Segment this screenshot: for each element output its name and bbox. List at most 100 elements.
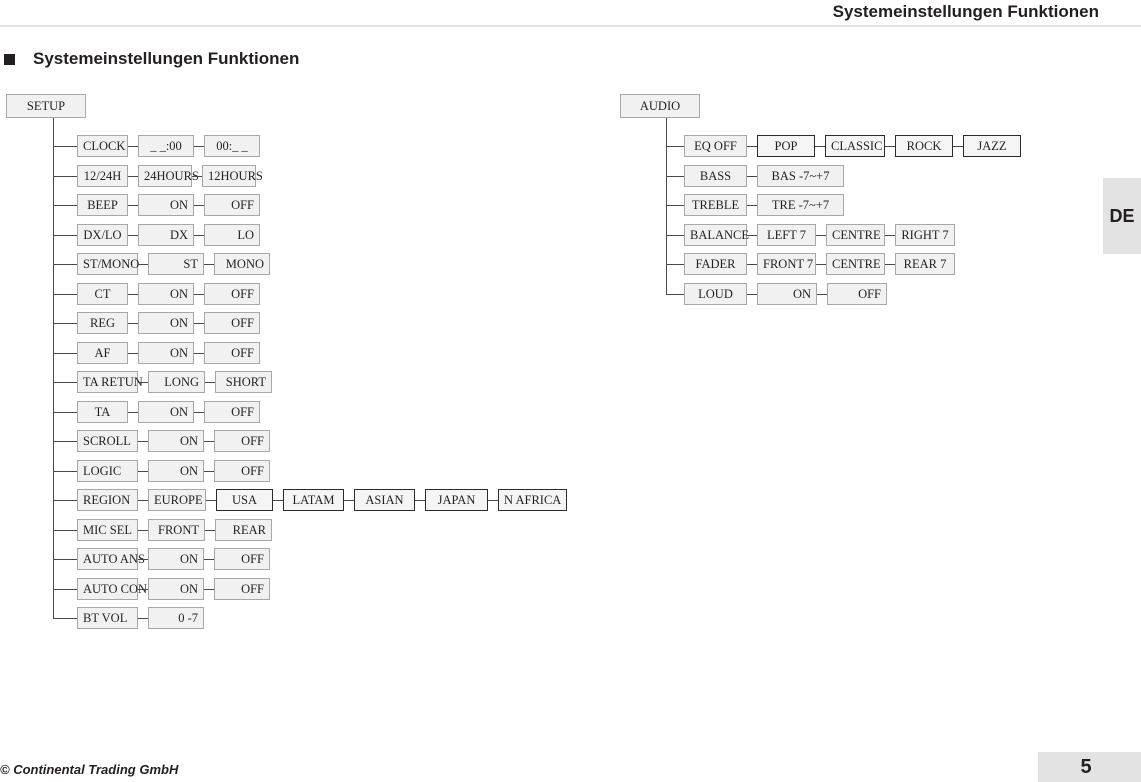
setup-option-10-1-label: OFF [241, 433, 264, 448]
audio-option-4-1-label: CENTRE [832, 256, 881, 271]
setup-option-12-5[interactable]: N AFRICA [498, 489, 567, 511]
audio-option-0-1[interactable]: CLASSIC [825, 135, 885, 157]
setup-row-label-11[interactable]: LOGIC [77, 460, 138, 482]
setup-option-9-1[interactable]: OFF [204, 401, 260, 423]
setup-connector-line [273, 500, 283, 501]
audio-row-label-2[interactable]: TREBLE [684, 194, 747, 216]
audio-option-0-2[interactable]: ROCK [895, 135, 953, 157]
setup-row-label-10[interactable]: SCROLL [77, 430, 138, 452]
setup-option-8-0-label: LONG [164, 374, 199, 389]
audio-branch-line [666, 294, 684, 295]
setup-option-13-0-label: FRONT [158, 522, 199, 537]
audio-row-label-0[interactable]: EQ OFF [684, 135, 747, 157]
audio-option-0-0-label: POP [774, 138, 798, 153]
audio-branch-line [666, 235, 684, 236]
setup-row-label-13-label: MIC SEL [83, 522, 132, 537]
setup-option-16-0-label: 0 -7 [178, 610, 198, 625]
setup-option-13-1-label: REAR [232, 522, 266, 537]
audio-connector-line [815, 146, 825, 147]
setup-connector-line [205, 530, 215, 531]
setup-option-15-0-label: ON [179, 581, 198, 596]
audio-row-label-2-label: TREBLE [691, 197, 740, 212]
setup-option-12-1[interactable]: USA [216, 489, 273, 511]
setup-option-12-3[interactable]: ASIAN [354, 489, 415, 511]
setup-connector-line [204, 589, 214, 590]
audio-option-4-2[interactable]: REAR 7 [895, 253, 955, 275]
setup-option-12-0[interactable]: EUROPE [148, 489, 206, 511]
audio-option-4-1[interactable]: CENTRE [826, 253, 885, 275]
setup-option-15-0[interactable]: ON [148, 578, 204, 600]
audio-option-0-1-label: CLASSIC [831, 138, 883, 153]
setup-row-label-12[interactable]: REGION [77, 489, 138, 511]
setup-connector-line [138, 559, 148, 560]
setup-branch-line [53, 382, 77, 383]
setup-option-12-4-label: JAPAN [437, 492, 476, 507]
setup-connector-line [138, 382, 148, 383]
audio-row-label-3[interactable]: BALANCE [684, 224, 749, 246]
audio-connector-line [953, 146, 963, 147]
setup-row-label-8[interactable]: TA RETUN [77, 371, 143, 393]
setup-option-14-0[interactable]: ON [148, 548, 204, 570]
setup-connector-line [138, 441, 148, 442]
audio-option-1-0[interactable]: BAS -7~+7 [757, 165, 844, 187]
setup-row-label-16[interactable]: BT VOL [77, 607, 138, 629]
setup-option-13-1[interactable]: REAR [215, 519, 272, 541]
setup-option-12-2-label: LATAM [292, 492, 335, 507]
setup-connector-line [205, 382, 215, 383]
setup-connector-line [204, 441, 214, 442]
setup-connector-line [138, 618, 148, 619]
setup-row-label-14-label: AUTO ANS [83, 551, 145, 566]
audio-option-1-0-label: BAS -7~+7 [771, 168, 830, 183]
setup-option-12-4[interactable]: JAPAN [425, 489, 488, 511]
audio-option-0-2-label: ROCK [906, 138, 942, 153]
setup-option-11-0[interactable]: ON [148, 460, 204, 482]
audio-option-5-1[interactable]: OFF [827, 283, 887, 305]
audio-option-2-0[interactable]: TRE -7~+7 [757, 194, 844, 216]
setup-row-label-14[interactable]: AUTO ANS [77, 548, 145, 570]
audio-option-3-2[interactable]: RIGHT 7 [895, 224, 955, 246]
audio-option-4-0[interactable]: FRONT 7 [757, 253, 816, 275]
setup-option-15-1[interactable]: OFF [214, 578, 270, 600]
setup-option-10-1[interactable]: OFF [214, 430, 270, 452]
setup-option-12-1-label: USA [231, 492, 257, 507]
setup-option-9-0-label: ON [169, 404, 188, 419]
audio-option-3-0[interactable]: LEFT 7 [757, 224, 816, 246]
setup-option-8-0[interactable]: LONG [148, 371, 205, 393]
audio-branch-line [666, 146, 684, 147]
setup-branch-line [53, 589, 77, 590]
setup-connector-line [415, 500, 425, 501]
audio-connector-line [885, 264, 895, 265]
setup-option-13-0[interactable]: FRONT [148, 519, 205, 541]
audio-option-5-1-label: OFF [858, 286, 881, 301]
audio-row-label-5[interactable]: LOUD [684, 283, 747, 305]
setup-option-10-0[interactable]: ON [148, 430, 204, 452]
audio-option-3-1[interactable]: CENTRE [826, 224, 885, 246]
setup-option-11-1-label: OFF [241, 463, 264, 478]
audio-option-0-3-label: JAZZ [977, 138, 1007, 153]
setup-option-16-0[interactable]: 0 -7 [148, 607, 204, 629]
audio-option-5-0-label: ON [792, 286, 811, 301]
audio-connector-line [747, 205, 757, 206]
setup-row-label-15[interactable]: AUTO CON [77, 578, 147, 600]
setup-option-12-2[interactable]: LATAM [283, 489, 344, 511]
setup-connector-line [138, 500, 148, 501]
setup-row-label-16-label: BT VOL [83, 610, 128, 625]
audio-option-0-3[interactable]: JAZZ [963, 135, 1021, 157]
setup-row-label-13[interactable]: MIC SEL [77, 519, 138, 541]
setup-row-label-9[interactable]: TA [77, 401, 128, 423]
setup-option-11-1[interactable]: OFF [214, 460, 270, 482]
language-tab-de[interactable]: DE [1103, 178, 1141, 254]
audio-connector-line [747, 176, 757, 177]
setup-option-9-0[interactable]: ON [138, 401, 194, 423]
setup-option-8-1[interactable]: SHORT [215, 371, 272, 393]
audio-option-0-0[interactable]: POP [757, 135, 815, 157]
audio-connector-line [747, 235, 757, 236]
audio-row-label-1[interactable]: BASS [684, 165, 747, 187]
audio-row-label-4[interactable]: FADER [684, 253, 747, 275]
setup-option-9-1-label: OFF [231, 404, 254, 419]
audio-option-5-0[interactable]: ON [757, 283, 817, 305]
audio-root-node[interactable]: AUDIO [620, 94, 700, 118]
setup-connector-line [204, 559, 214, 560]
setup-row-label-12-label: REGION [83, 492, 131, 507]
setup-option-14-1[interactable]: OFF [214, 548, 270, 570]
